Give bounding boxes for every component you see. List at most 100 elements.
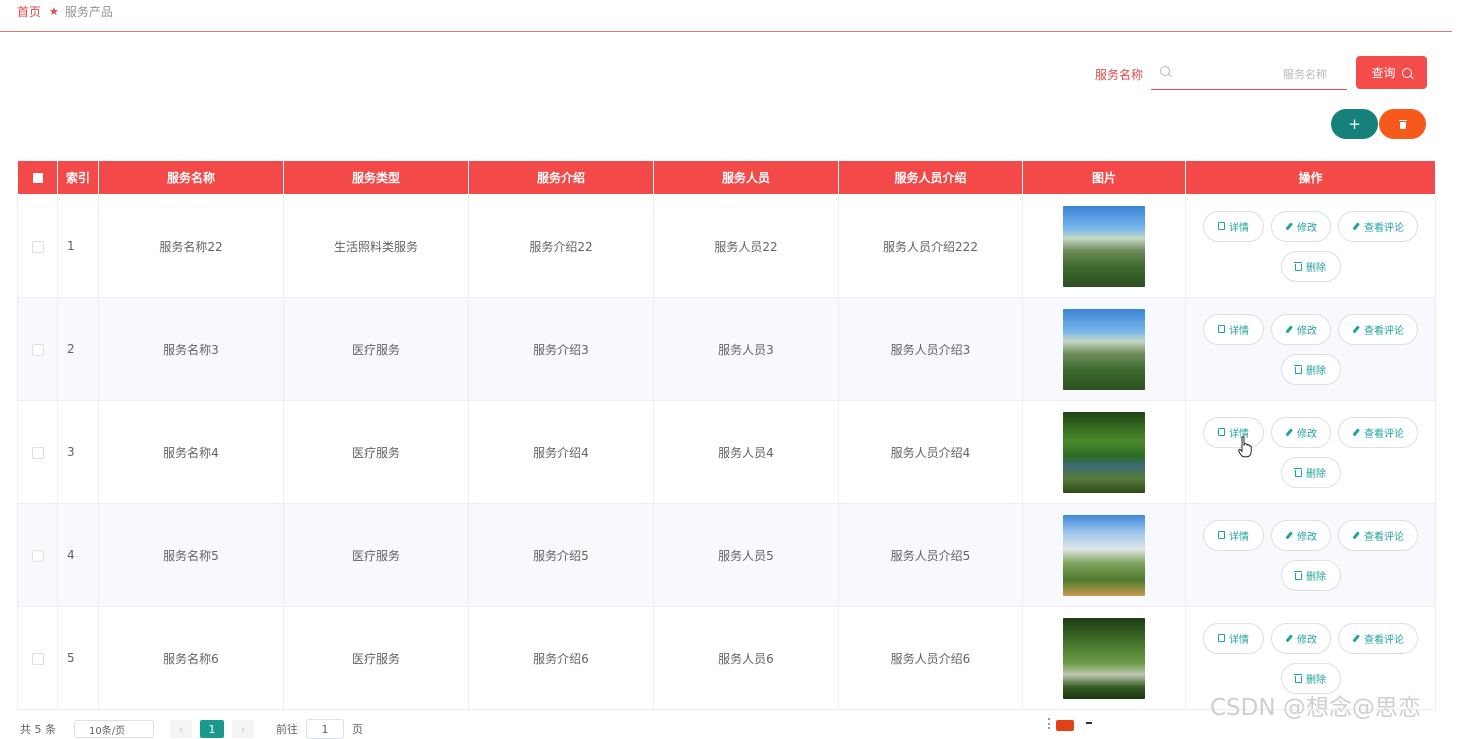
service-image	[1063, 514, 1145, 596]
edit-button[interactable]: 修改	[1271, 210, 1331, 242]
checkbox-icon	[31, 343, 44, 356]
row-checkbox[interactable]	[17, 606, 58, 710]
detail-button[interactable]: 详情	[1203, 416, 1264, 448]
search-field[interactable]	[1151, 58, 1347, 90]
cell-image	[1022, 606, 1186, 710]
cell-image	[1022, 400, 1186, 504]
table-row: 3 服务名称4 医疗服务 服务介绍4 服务人员4 服务人员介绍4 详情 修改 查…	[17, 400, 1436, 504]
current-page-value: 1	[208, 722, 216, 736]
search-icon	[1401, 67, 1412, 78]
cell-staff: 服务人员6	[653, 606, 839, 710]
batch-delete-button[interactable]	[1379, 109, 1426, 139]
table-row: 2 服务名称3 医疗服务 服务介绍3 服务人员3 服务人员介绍3 详情 修改 查…	[17, 297, 1436, 401]
row-checkbox[interactable]	[17, 194, 58, 298]
column-header-index: 索引	[57, 160, 99, 195]
cell-actions: 详情 修改 查看评论 删除	[1185, 297, 1436, 401]
detail-button[interactable]: 详情	[1203, 622, 1264, 654]
detail-button[interactable]: 详情	[1203, 519, 1264, 551]
view-comments-button[interactable]: 查看评论	[1338, 519, 1418, 551]
cell-type: 医疗服务	[283, 503, 469, 607]
next-page-button[interactable]: ›	[232, 720, 254, 738]
cell-staff: 服务人员3	[653, 297, 839, 401]
query-button[interactable]: 查询	[1356, 56, 1427, 89]
chevron-left-icon: ‹	[178, 722, 184, 736]
cell-type: 生活照料类服务	[283, 194, 469, 298]
edit-button[interactable]: 修改	[1271, 519, 1331, 551]
view-comments-button[interactable]: 查看评论	[1338, 416, 1418, 448]
goto-value: 1	[321, 722, 329, 736]
drag-handle-icon[interactable]	[1048, 718, 1052, 729]
edit-button[interactable]: 修改	[1271, 313, 1331, 345]
cell-intro: 服务介绍3	[468, 297, 654, 401]
cell-name: 服务名称6	[98, 606, 284, 710]
cell-image	[1022, 503, 1186, 607]
edit-icon	[1352, 325, 1360, 333]
view-comments-button[interactable]: 查看评论	[1338, 622, 1418, 654]
view-comments-button[interactable]: 查看评论	[1338, 313, 1418, 345]
row-actions: 详情 修改 查看评论 删除	[1202, 519, 1420, 591]
cell-staff-intro: 服务人员介绍5	[838, 503, 1023, 607]
edit-button[interactable]: 修改	[1271, 622, 1331, 654]
goto-label: 前往	[276, 723, 298, 736]
edit-label: 修改	[1297, 325, 1317, 337]
table-row: 4 服务名称5 医疗服务 服务介绍5 服务人员5 服务人员介绍5 详情 修改 查…	[17, 503, 1436, 607]
checkbox-icon	[31, 652, 44, 665]
app-logo-icon[interactable]	[1056, 720, 1074, 731]
comments-label: 查看评论	[1364, 325, 1404, 337]
watermark: CSDN @想念@思恋	[1210, 695, 1421, 721]
search-label: 服务名称	[1095, 68, 1144, 82]
delete-label: 删除	[1306, 365, 1326, 377]
edit-button[interactable]: 修改	[1271, 416, 1331, 448]
comments-label: 查看评论	[1364, 428, 1404, 440]
view-comments-button[interactable]: 查看评论	[1338, 210, 1418, 242]
cell-staff-intro: 服务人员介绍6	[838, 606, 1023, 710]
row-checkbox[interactable]	[17, 400, 58, 504]
edit-icon	[1285, 222, 1293, 230]
cell-index: 2	[57, 297, 99, 401]
comments-label: 查看评论	[1364, 222, 1404, 234]
detail-label: 详情	[1229, 531, 1249, 543]
column-header-actions: 操作	[1185, 160, 1436, 195]
select-all-checkbox[interactable]	[17, 160, 58, 195]
detail-button[interactable]: 详情	[1203, 210, 1264, 242]
document-icon	[1218, 428, 1225, 436]
search-icon	[1160, 66, 1170, 76]
detail-label: 详情	[1229, 325, 1249, 337]
cell-index: 1	[57, 194, 99, 298]
cell-staff-intro: 服务人员介绍4	[838, 400, 1023, 504]
column-header-staff: 服务人员	[653, 160, 839, 195]
page-number-current[interactable]: 1	[200, 720, 224, 738]
minimize-icon[interactable]	[1086, 722, 1092, 724]
delete-button[interactable]: 删除	[1280, 456, 1341, 488]
cell-staff-intro: 服务人员介绍222	[838, 194, 1023, 298]
detail-button[interactable]: 详情	[1203, 313, 1264, 345]
delete-button[interactable]: 删除	[1280, 353, 1341, 385]
add-button[interactable]: +	[1331, 109, 1378, 139]
breadcrumb: 首页 ★ 服务产品	[17, 3, 113, 20]
delete-button[interactable]: 删除	[1280, 250, 1341, 282]
cell-staff: 服务人员4	[653, 400, 839, 504]
table-row: 1 服务名称22 生活照料类服务 服务介绍22 服务人员22 服务人员介绍222…	[17, 194, 1436, 298]
search-input[interactable]	[1175, 63, 1329, 85]
document-icon	[1218, 531, 1225, 539]
goto-page-input[interactable]: 1	[306, 719, 344, 739]
row-checkbox[interactable]	[17, 297, 58, 401]
edit-label: 修改	[1297, 634, 1317, 646]
page-size-select[interactable]: 10条/页	[74, 720, 154, 738]
cell-name: 服务名称4	[98, 400, 284, 504]
table-header-row: 索引 服务名称 服务类型 服务介绍 服务人员 服务人员介绍 图片 操作	[17, 160, 1436, 195]
detail-label: 详情	[1229, 634, 1249, 646]
row-checkbox[interactable]	[17, 503, 58, 607]
cell-staff-intro: 服务人员介绍3	[838, 297, 1023, 401]
cell-intro: 服务介绍22	[468, 194, 654, 298]
breadcrumb-home-link[interactable]: 首页	[17, 3, 41, 20]
prev-page-button[interactable]: ‹	[170, 720, 192, 738]
edit-icon	[1285, 428, 1293, 436]
delete-button[interactable]: 删除	[1280, 559, 1341, 591]
service-image	[1063, 411, 1145, 493]
row-actions: 详情 修改 查看评论 删除	[1202, 210, 1420, 282]
row-actions: 详情 修改 查看评论 删除	[1202, 416, 1420, 488]
page-size-value: 10条/页	[89, 725, 126, 737]
edit-icon	[1285, 634, 1293, 642]
trash-icon	[1294, 674, 1302, 683]
